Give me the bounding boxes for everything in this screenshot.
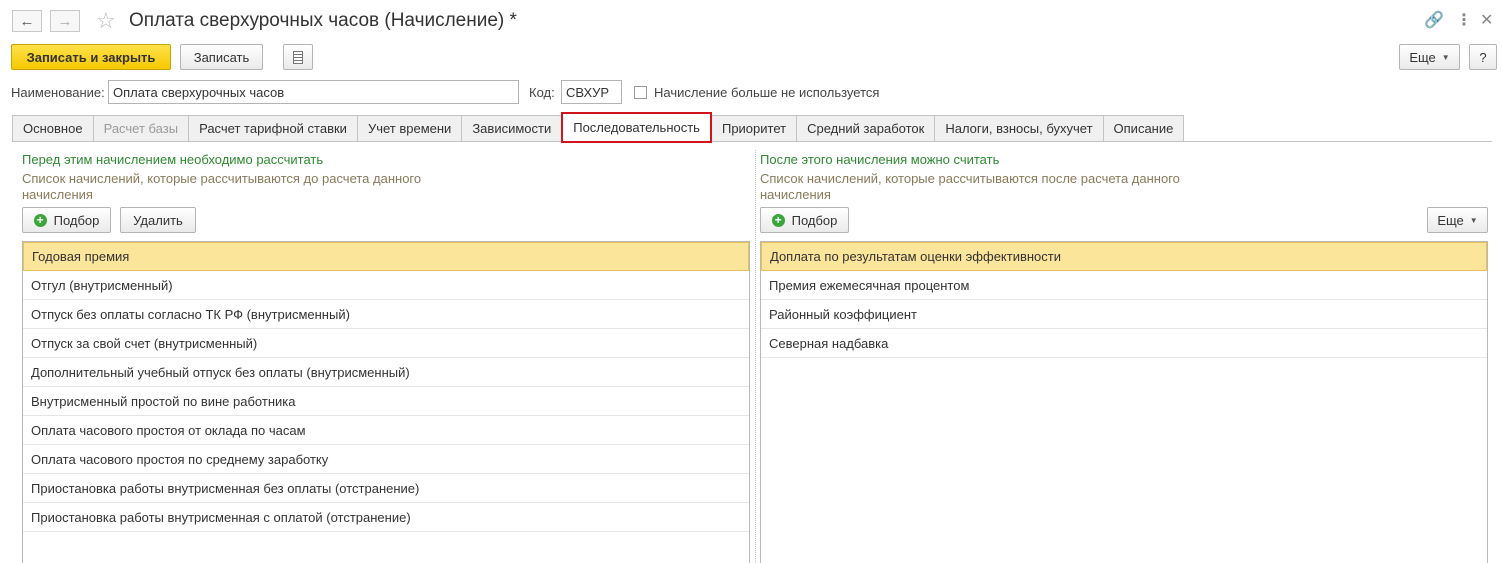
right-panel-heading: После этого начисления можно считать xyxy=(760,152,1000,167)
window-title: Оплата сверхурочных часов (Начисление) * xyxy=(129,10,517,31)
list-item[interactable]: Доплата по результатам оценки эффективно… xyxy=(761,242,1487,271)
more-menu-button[interactable]: Еще ▼ xyxy=(1399,44,1460,70)
list-item[interactable]: Отпуск за свой счет (внутрисменный) xyxy=(23,329,749,358)
right-accruals-list: Доплата по результатам оценки эффективно… xyxy=(760,241,1488,563)
left-accruals-list: Годовая премия Отгул (внутрисменный) Отп… xyxy=(22,241,750,563)
tab-base-calc[interactable]: Расчет базы xyxy=(92,115,189,142)
caret-down-icon: ▼ xyxy=(1441,52,1450,62)
tab-rate-calc[interactable]: Расчет тарифной ставки xyxy=(188,115,357,142)
right-pick-button[interactable]: + Подбор xyxy=(760,207,849,233)
name-input[interactable] xyxy=(108,80,519,104)
tab-main[interactable]: Основное xyxy=(12,115,93,142)
right-pick-label: Подбор xyxy=(791,212,838,228)
favorite-star-icon[interactable]: ☆ xyxy=(96,8,116,34)
list-item[interactable]: Отпуск без оплаты согласно ТК РФ (внутри… xyxy=(23,300,749,329)
list-item[interactable]: Приостановка работы внутрисменная без оп… xyxy=(23,474,749,503)
back-button[interactable]: ← xyxy=(12,10,42,32)
link-icon[interactable]: 🔗 xyxy=(1424,10,1444,30)
list-item[interactable]: Годовая премия xyxy=(23,242,749,271)
tab-taxes[interactable]: Налоги, взносы, бухучет xyxy=(934,115,1103,142)
tab-sequence[interactable]: Последовательность xyxy=(561,112,712,143)
code-label: Код: xyxy=(529,85,555,100)
list-item[interactable]: Премия ежемесячная процентом xyxy=(761,271,1487,300)
arrow-right-icon: → xyxy=(57,12,73,30)
unused-checkbox-label: Начисление больше не используется xyxy=(654,85,880,100)
list-item[interactable]: Внутрисменный простой по вине работника xyxy=(23,387,749,416)
caret-down-icon: ▼ xyxy=(1469,215,1478,225)
list-item[interactable]: Приостановка работы внутрисменная с опла… xyxy=(23,503,749,532)
right-panel-description: Список начислений, которые рассчитываютс… xyxy=(760,171,1180,202)
tab-average-earnings[interactable]: Средний заработок xyxy=(796,115,935,142)
more-actions-icon[interactable]: ⋮ xyxy=(1456,10,1472,30)
list-item[interactable]: Оплата часового простоя от оклада по час… xyxy=(23,416,749,445)
list-item[interactable]: Отгул (внутрисменный) xyxy=(23,271,749,300)
right-more-label: Еще xyxy=(1437,212,1464,228)
panel-divider[interactable] xyxy=(755,150,756,563)
tab-bar: Основное Расчет базы Расчет тарифной ста… xyxy=(12,112,1185,143)
arrow-left-icon: ← xyxy=(19,12,35,30)
list-item[interactable]: Северная надбавка xyxy=(761,329,1487,358)
forward-button[interactable]: → xyxy=(50,10,80,32)
list-item[interactable]: Дополнительный учебный отпуск без оплаты… xyxy=(23,358,749,387)
left-panel-description: Список начислений, которые рассчитываютс… xyxy=(22,171,422,202)
list-item[interactable]: Оплата часового простоя по среднему зара… xyxy=(23,445,749,474)
tab-priority[interactable]: Приоритет xyxy=(711,115,797,142)
name-label: Наименование: xyxy=(11,85,105,100)
unused-checkbox[interactable] xyxy=(634,86,647,99)
left-pick-label: Подбор xyxy=(53,212,100,228)
save-and-close-button[interactable]: Записать и закрыть xyxy=(11,44,171,70)
list-item[interactable]: Районный коэффициент xyxy=(761,300,1487,329)
more-menu-label: Еще xyxy=(1409,49,1436,65)
delete-button[interactable]: Удалить xyxy=(120,207,196,233)
left-pick-button[interactable]: + Подбор xyxy=(22,207,111,233)
report-button[interactable] xyxy=(283,44,313,70)
help-button[interactable]: ? xyxy=(1469,44,1497,70)
close-icon[interactable]: ✕ xyxy=(1480,10,1493,30)
left-panel-heading: Перед этим начислением необходимо рассчи… xyxy=(22,152,324,167)
save-button[interactable]: Записать xyxy=(180,44,263,70)
tab-description[interactable]: Описание xyxy=(1102,115,1185,142)
document-list-icon xyxy=(293,50,303,64)
tab-dependencies[interactable]: Зависимости xyxy=(461,115,562,142)
code-input[interactable] xyxy=(561,80,622,104)
right-more-button[interactable]: Еще ▼ xyxy=(1427,207,1488,233)
add-circle-icon: + xyxy=(771,213,785,227)
add-circle-icon: + xyxy=(33,213,47,227)
tab-time-accounting[interactable]: Учет времени xyxy=(356,115,462,142)
